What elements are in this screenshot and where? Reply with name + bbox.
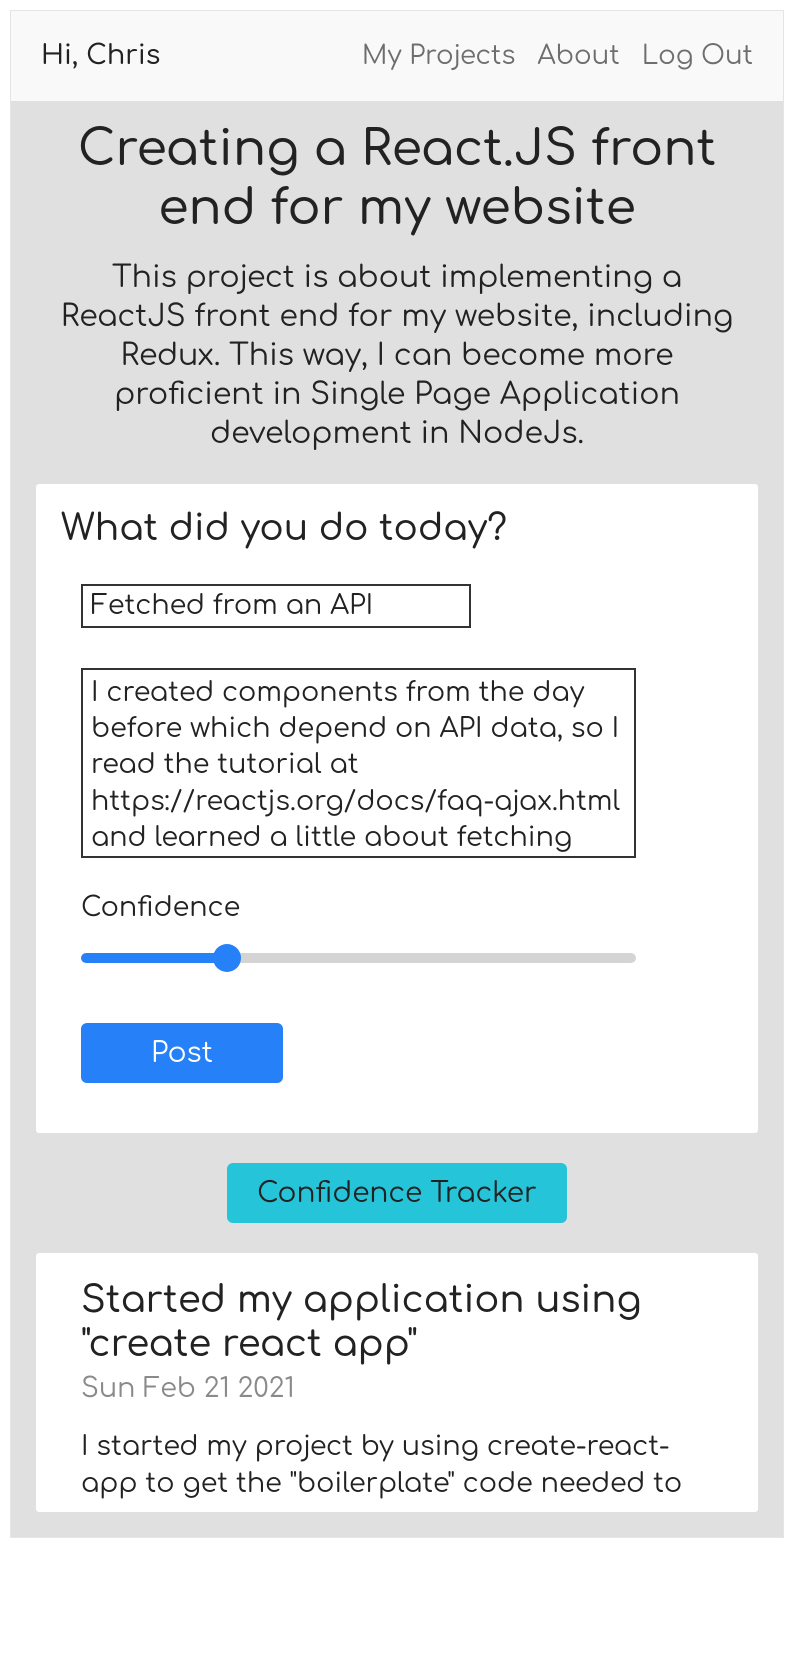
nav-log-out[interactable]: Log Out bbox=[642, 42, 753, 71]
entry-date: Sun Feb 21 2021 bbox=[81, 1374, 713, 1404]
confidence-slider[interactable] bbox=[81, 953, 636, 963]
form-heading: What did you do today? bbox=[61, 509, 713, 549]
entry-title-input[interactable] bbox=[81, 584, 471, 628]
page-wrapper: Hi, Chris My Projects About Log Out Crea… bbox=[10, 10, 784, 1538]
project-title: Creating a React.JS front end for my web… bbox=[46, 121, 748, 239]
confidence-tracker-button[interactable]: Confidence Tracker bbox=[227, 1163, 567, 1223]
entry-body-textarea[interactable] bbox=[81, 668, 636, 858]
nav: My Projects About Log Out bbox=[362, 42, 753, 71]
nav-about[interactable]: About bbox=[537, 42, 619, 71]
user-greeting: Hi, Chris bbox=[41, 41, 160, 71]
entry-card: Started my application using "create rea… bbox=[36, 1253, 758, 1513]
daily-form-card: What did you do today? Confidence Post bbox=[36, 484, 758, 1133]
tracker-button-wrap: Confidence Tracker bbox=[36, 1163, 758, 1223]
nav-my-projects[interactable]: My Projects bbox=[362, 42, 516, 71]
entry-body: I started my project by using create-rea… bbox=[81, 1429, 713, 1502]
entry-title: Started my application using "create rea… bbox=[81, 1278, 713, 1367]
post-button[interactable]: Post bbox=[81, 1023, 283, 1083]
confidence-label: Confidence bbox=[81, 893, 713, 923]
project-description: This project is about implementing a Rea… bbox=[46, 259, 748, 454]
main-content: Creating a React.JS front end for my web… bbox=[11, 101, 783, 1537]
header: Hi, Chris My Projects About Log Out bbox=[11, 11, 783, 101]
